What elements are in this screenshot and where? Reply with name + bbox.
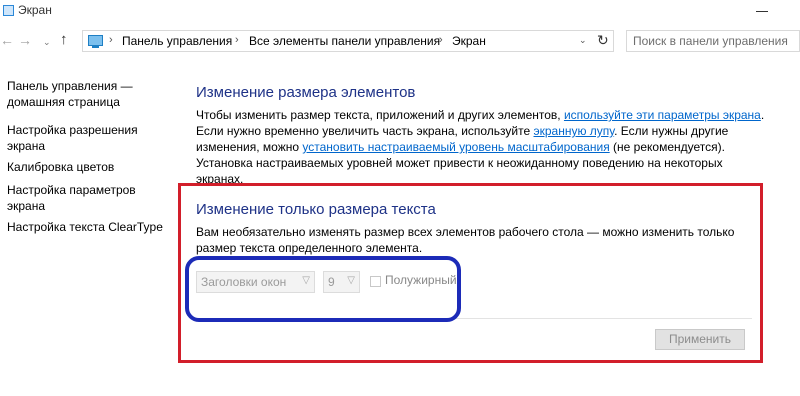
sidebar-item-display-settings[interactable]: Настройка параметров экрана [7,182,167,214]
chevron-down-icon[interactable]: ⌄ [579,35,587,46]
sidebar-item-color-calibration[interactable]: Калибровка цветов [7,159,167,175]
recent-locations-icon[interactable]: ⌄ [43,34,51,50]
sidebar-item-cleartype[interactable]: Настройка текста ClearType [7,219,167,235]
title-bar: Экран [0,0,800,22]
refresh-icon[interactable]: ↻ [597,32,609,49]
breadcrumb-display[interactable]: Экран [452,34,486,48]
breadcrumb-separator-icon[interactable]: › [439,34,443,46]
resize-description: Чтобы изменить размер текста, приложений… [196,107,766,187]
navigation-bar: ← → ⌄ ↑ › Панель управления › Все элемен… [0,28,800,56]
text-segment: Чтобы изменить размер текста, приложений… [196,108,564,122]
window-title: Экран [18,3,52,17]
annotation-blue-frame [185,256,461,322]
magnifier-link[interactable]: экранную лупу [534,124,615,138]
minimize-button[interactable] [756,11,768,12]
sidebar-item-resolution[interactable]: Настройка разрешения экрана [7,122,167,154]
up-arrow-icon[interactable]: ↑ [60,32,68,48]
search-box [626,30,800,52]
display-settings-link[interactable]: используйте эти параметры экрана [564,108,761,122]
search-input[interactable] [633,32,799,50]
display-icon [3,5,14,16]
address-bar[interactable]: › Панель управления › Все элементы панел… [82,30,614,52]
back-arrow-icon[interactable]: ← [0,32,14,48]
breadcrumb-control-panel[interactable]: Панель управления [122,34,232,48]
breadcrumb-separator-icon[interactable]: › [109,34,113,46]
forward-arrow-icon[interactable]: → [18,32,32,48]
section-heading-resize-elements: Изменение размера элементов [196,84,416,101]
monitor-icon [88,35,103,48]
sidebar-item-control-panel-home[interactable]: Панель управления — домашняя страница [7,78,167,110]
custom-scaling-link[interactable]: установить настраиваемый уровень масштаб… [302,140,609,154]
breadcrumb-separator-icon[interactable]: › [235,34,239,46]
breadcrumb-all-items[interactable]: Все элементы панели управления [249,34,440,48]
